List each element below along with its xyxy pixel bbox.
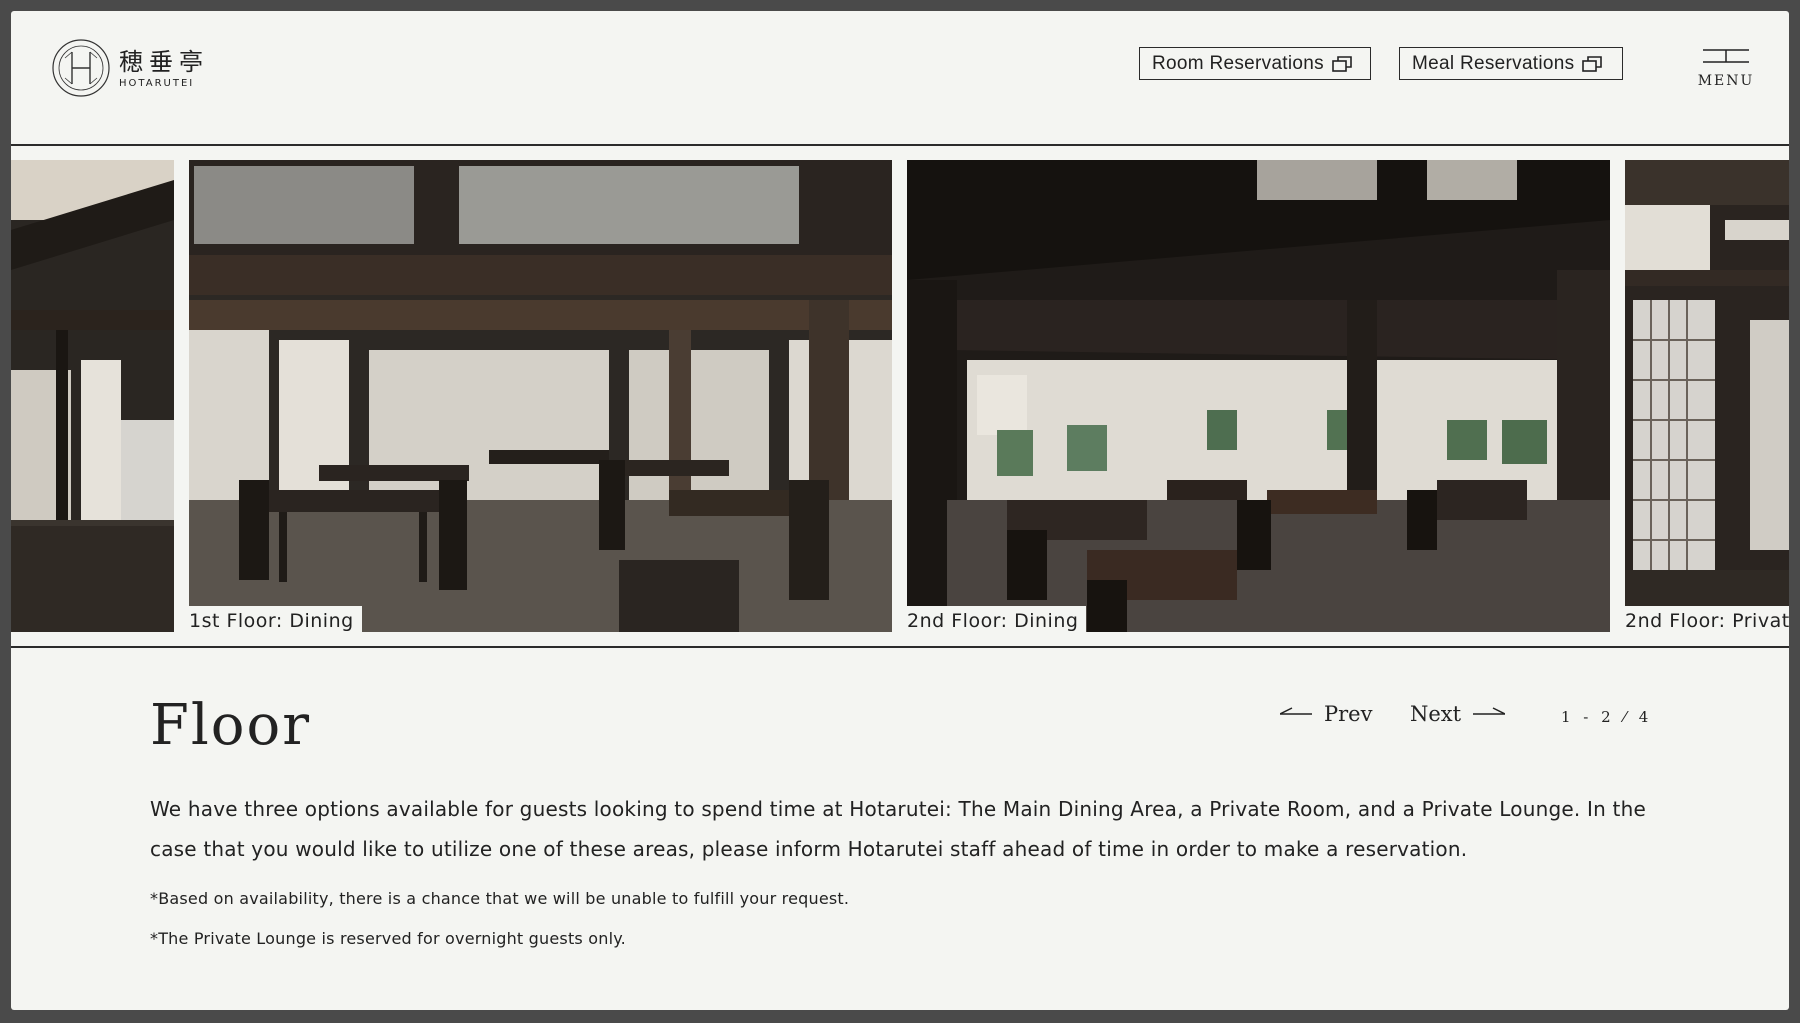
site-header: 穂垂亭 HOTARUTEI Room Reservations Meal Res… [11, 11, 1789, 146]
slide-caption: 1st Floor: Dining [189, 606, 362, 632]
slide-photo [907, 160, 1610, 632]
logo-name-en: HOTARUTEI [119, 77, 195, 89]
hamburger-icon [1703, 49, 1749, 63]
availability-note: *Based on availability, there is a chanc… [150, 889, 850, 908]
slide-photo [189, 160, 892, 632]
gallery-slide[interactable]: 1st Floor: Dining [189, 160, 892, 632]
slide-photo [1625, 160, 1789, 632]
logo-emblem-icon [52, 39, 110, 97]
lounge-note: *The Private Lounge is reserved for over… [150, 929, 626, 948]
next-button[interactable]: Next [1410, 702, 1506, 726]
next-label: Next [1410, 702, 1462, 726]
slide-photo [11, 160, 174, 632]
logo-name-jp: 穂垂亭 [119, 47, 209, 76]
slide-caption: 2nd Floor: Dining [907, 606, 1087, 632]
section-title: Floor [150, 693, 311, 758]
menu-label: MENU [1697, 73, 1755, 89]
menu-button[interactable]: MENU [1696, 48, 1756, 98]
floor-gallery[interactable]: 1st Floor: Dining 2nd Floor: Dining 2nd … [11, 160, 1789, 632]
section-divider [11, 646, 1789, 648]
external-link-icon [1332, 55, 1352, 72]
gallery-slide[interactable]: 2nd Floor: Dining [907, 160, 1610, 632]
external-link-icon [1582, 55, 1603, 72]
arrow-right-icon [1473, 707, 1506, 715]
gallery-slide[interactable]: 2nd Floor: Private [1625, 160, 1789, 632]
room-reservations-button[interactable]: Room Reservations [1139, 47, 1371, 80]
arrow-left-icon [1280, 707, 1312, 715]
prev-label: Prev [1324, 702, 1373, 726]
site-logo[interactable]: 穂垂亭 HOTARUTEI [51, 38, 209, 98]
room-reservations-label: Room Reservations [1152, 52, 1324, 74]
prev-button[interactable]: Prev [1280, 702, 1372, 726]
meal-reservations-button[interactable]: Meal Reservations [1399, 47, 1623, 80]
section-description: We have three options available for gues… [150, 797, 1646, 861]
slide-counter: 1 - 2 ⁄ 4 [1561, 708, 1653, 726]
meal-reservations-label: Meal Reservations [1412, 52, 1575, 74]
page-frame: 穂垂亭 HOTARUTEI Room Reservations Meal Res… [11, 11, 1789, 1010]
gallery-slide[interactable] [11, 160, 174, 632]
slide-caption: 2nd Floor: Private [1625, 606, 1789, 632]
